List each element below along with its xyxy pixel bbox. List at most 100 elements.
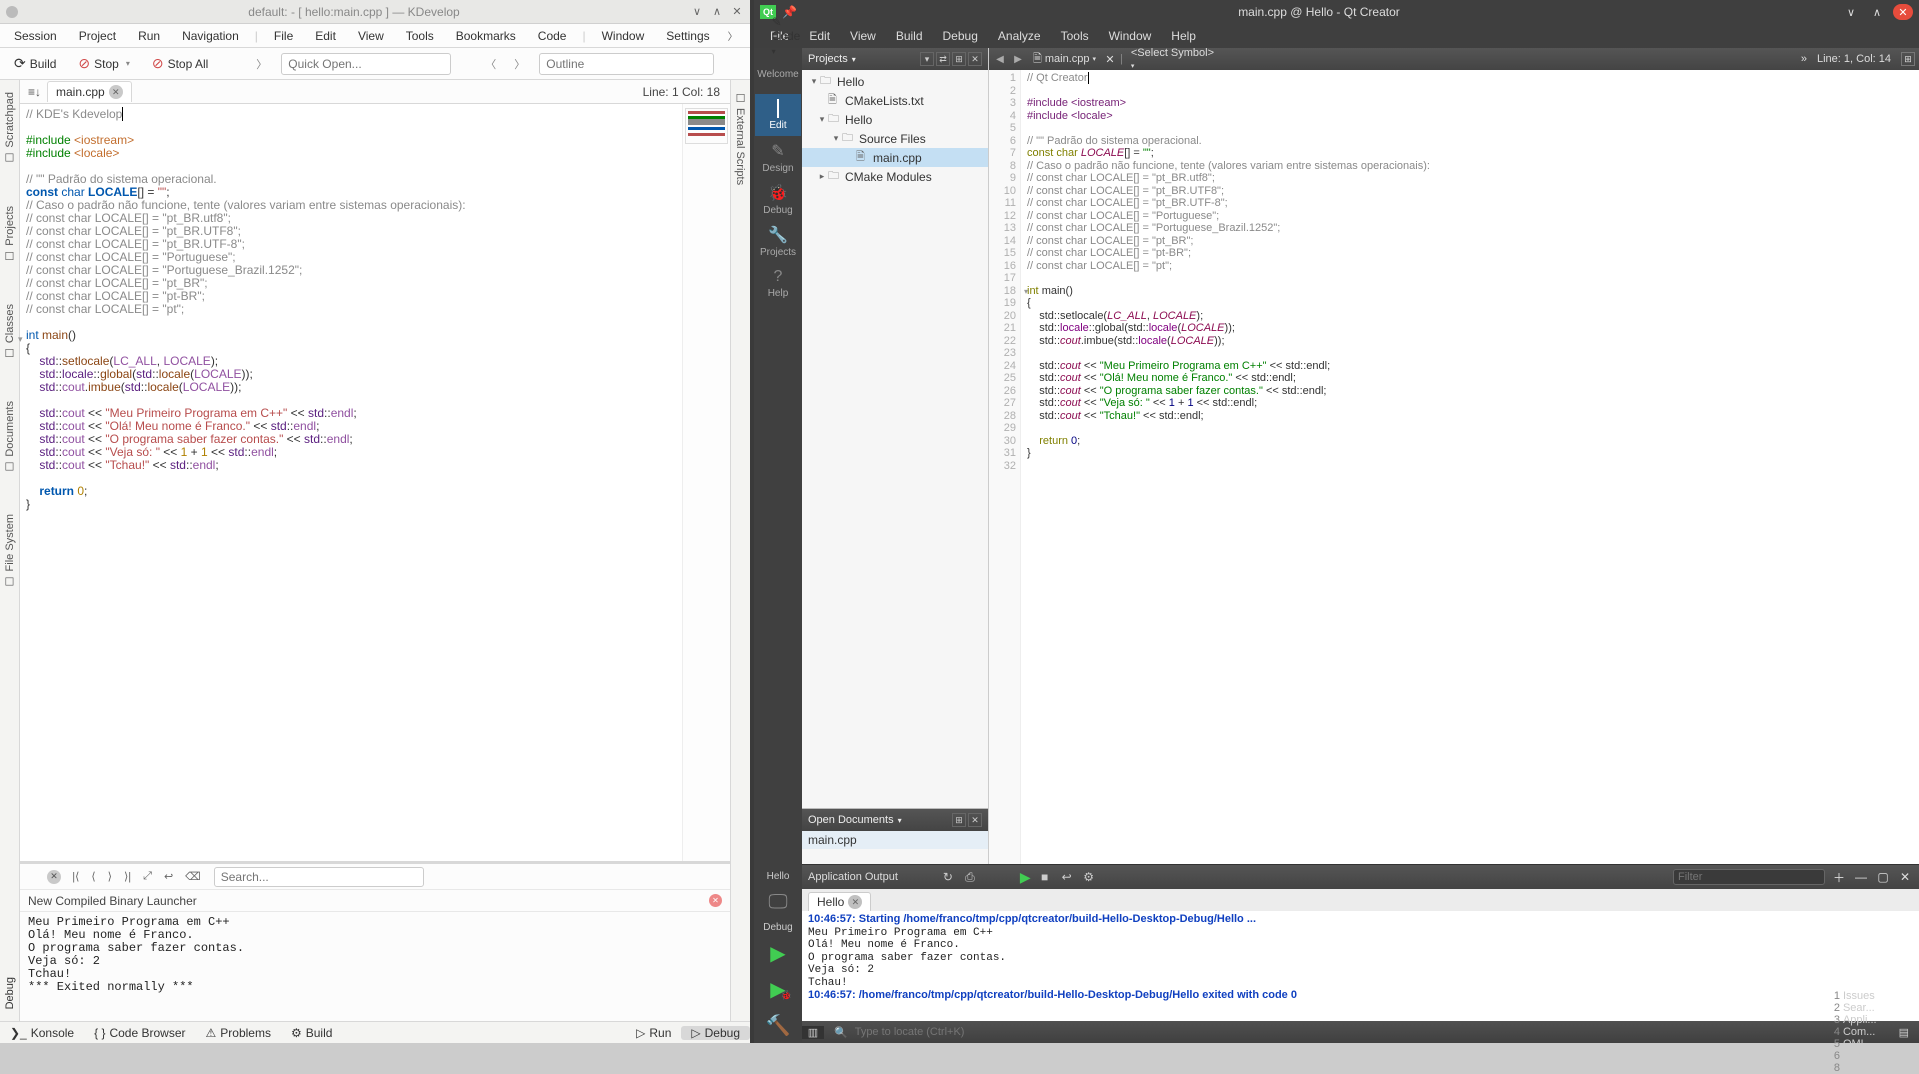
debug-search-input[interactable] [214, 867, 424, 887]
pane-4[interactable]: 4 Com... [1824, 1026, 1889, 1038]
symbol-selector[interactable]: <Select Symbol> ▾ [1127, 47, 1217, 71]
split-icon[interactable]: ⊞ [952, 52, 966, 66]
output-filter-input[interactable] [1673, 869, 1825, 885]
menu-view[interactable]: View [840, 26, 886, 46]
minimize-output-icon[interactable]: — [1853, 870, 1869, 884]
more-icon[interactable]: 〉 [724, 28, 742, 43]
attach-icon[interactable]: ⎙ [962, 870, 978, 885]
right-tab-external-scripts[interactable]: ☐ External Scripts [734, 86, 747, 191]
left-tab-classes[interactable]: ☐ Classes [3, 298, 16, 365]
run-button[interactable]: ▶ [762, 941, 794, 965]
nav-back-icon[interactable]: ◀ [993, 54, 1007, 65]
code-editor[interactable]: ▾ // KDE's Kdevelop #include <iostream>#… [20, 104, 730, 861]
code-tool[interactable]: ✎ Code ▾ [762, 12, 811, 60]
close-button[interactable]: ✕ [730, 5, 744, 19]
maximize-button[interactable]: ∧ [1867, 4, 1887, 20]
filter-icon[interactable]: ▾ [920, 52, 934, 66]
pane-3[interactable]: 3 Appli... [1824, 1014, 1889, 1026]
locator[interactable]: 🔍 [824, 1026, 1007, 1039]
close-pane-icon[interactable]: ✕ [968, 52, 982, 66]
editor-tab[interactable]: main.cpp ✕ [47, 81, 132, 102]
build-button[interactable]: 🔨 [762, 1013, 794, 1037]
mode-help[interactable]: ?Help [755, 262, 801, 304]
mode-projects[interactable]: 🔧Projects [755, 220, 801, 262]
close-tab-icon[interactable]: ✕ [109, 85, 123, 99]
bottom-debug[interactable]: ▷Debug [681, 1026, 750, 1040]
outline-prev-icon[interactable]: 〈 [481, 56, 500, 72]
pane-1[interactable]: 1 Issues [1824, 990, 1889, 1002]
toggle-output-icon[interactable]: ▤ [1889, 1026, 1919, 1039]
minimize-button[interactable]: ∨ [690, 5, 704, 19]
menu-tools[interactable]: Tools [1051, 26, 1099, 46]
left-tab-file-system[interactable]: ☐ File System [3, 508, 16, 594]
menu-navigation[interactable]: Navigation [172, 26, 249, 46]
next-icon[interactable]: ⟩ [105, 870, 115, 883]
last-icon[interactable]: ⟩| [121, 870, 134, 883]
maximize-output-icon[interactable]: ▢ [1875, 870, 1891, 884]
bottom-problems[interactable]: ⚠Problems [196, 1026, 281, 1040]
menu-bookmarks[interactable]: Bookmarks [446, 26, 526, 46]
qtcreator-titlebar[interactable]: Qt 📌 main.cpp @ Hello - Qt Creator ∨ ∧ ✕ [754, 0, 1919, 24]
menu-edit[interactable]: Edit [305, 26, 346, 46]
close-pane-icon[interactable]: ✕ [968, 813, 982, 827]
stop-icon[interactable]: ■ [1037, 870, 1053, 884]
bottom-code-browser[interactable]: { }Code Browser [84, 1026, 195, 1040]
output-tab[interactable]: Hello ✕ [808, 892, 871, 911]
menu-project[interactable]: Project [69, 26, 126, 46]
build-config[interactable]: Debug [763, 922, 792, 933]
build-target[interactable]: Hello [767, 871, 790, 882]
nav-forward-icon[interactable]: 〉 [252, 56, 271, 72]
split-editor-icon[interactable]: ⊞ [1901, 52, 1915, 66]
toggle-sidebar-icon[interactable]: ▥ [802, 1026, 824, 1039]
outline-input[interactable] [539, 53, 714, 75]
close-output-icon[interactable]: ✕ [1897, 870, 1913, 884]
menu-session[interactable]: Session [4, 26, 67, 46]
pane-2[interactable]: 2 Sear... [1824, 1002, 1889, 1014]
wrap-icon[interactable]: ↩ [161, 870, 176, 883]
menu-view[interactable]: View [348, 26, 394, 46]
run-icon[interactable]: ▶ [1020, 869, 1031, 886]
menu-run[interactable]: Run [128, 26, 170, 46]
split-icon[interactable]: ⊞ [952, 813, 966, 827]
panel-close-icon[interactable]: ✕ [47, 870, 61, 884]
settings-icon[interactable]: ⚙ [1081, 870, 1097, 884]
expand-icon[interactable]: ⤢ [140, 870, 155, 883]
build-button[interactable]: ⟳Build [8, 53, 62, 74]
pane-6[interactable]: 6 Gen... [1824, 1050, 1889, 1062]
close-button[interactable]: ✕ [1893, 4, 1913, 20]
left-tab-documents[interactable]: ☐ Documents [3, 395, 16, 479]
open-docs-list[interactable]: main.cpp [802, 831, 988, 864]
outline-next-icon[interactable]: 〉 [510, 56, 529, 72]
menu-code[interactable]: Code [528, 26, 577, 46]
menu-help[interactable]: Help [1161, 26, 1206, 46]
open-docs-header[interactable]: Open Documents▾ ⊞ ✕ [802, 809, 988, 831]
menu-settings[interactable]: Settings [656, 26, 719, 46]
menu-analyze[interactable]: Analyze [988, 26, 1051, 46]
sync-icon[interactable]: ⇄ [936, 52, 950, 66]
menu-debug[interactable]: Debug [933, 26, 988, 46]
mode-edit[interactable]: Edit [755, 94, 801, 136]
stop-all-button[interactable]: ⊘Stop All [146, 53, 214, 74]
prev-icon[interactable]: ⟨ [88, 870, 98, 883]
rerun-icon[interactable]: ↻ [940, 870, 956, 884]
bottom-konsole[interactable]: ❯_Konsole [0, 1026, 84, 1040]
menu-build[interactable]: Build [886, 26, 933, 46]
wrap-icon[interactable]: ↩ [1059, 870, 1075, 884]
bottom-build[interactable]: ⚙Build [281, 1026, 342, 1040]
sort-tabs-icon[interactable]: ≡↓ [22, 85, 47, 99]
mode-design[interactable]: ✎Design [755, 136, 801, 178]
close-tab-icon[interactable]: ✕ [848, 895, 862, 909]
add-icon[interactable]: ＋ [1831, 869, 1847, 886]
pane-5[interactable]: 5 QML ... [1824, 1038, 1889, 1050]
quick-open-input[interactable] [281, 53, 451, 75]
bottom-run[interactable]: ▷Run [626, 1026, 681, 1040]
mode-debug[interactable]: 🐞Debug [755, 178, 801, 220]
doc-selector[interactable]: 🗎main.cpp▾ [1029, 50, 1100, 69]
menu-file[interactable]: File [264, 26, 303, 46]
nav-fwd-icon[interactable]: ▶ [1011, 54, 1025, 65]
close-doc-icon[interactable]: ✕ [1104, 53, 1116, 66]
menu-window[interactable]: Window [592, 26, 655, 46]
debug-side-tab[interactable]: Debug [2, 971, 18, 1015]
code-editor[interactable]: 123456789101112131415161718▾192021222324… [989, 70, 1919, 864]
minimap[interactable] [682, 104, 730, 861]
